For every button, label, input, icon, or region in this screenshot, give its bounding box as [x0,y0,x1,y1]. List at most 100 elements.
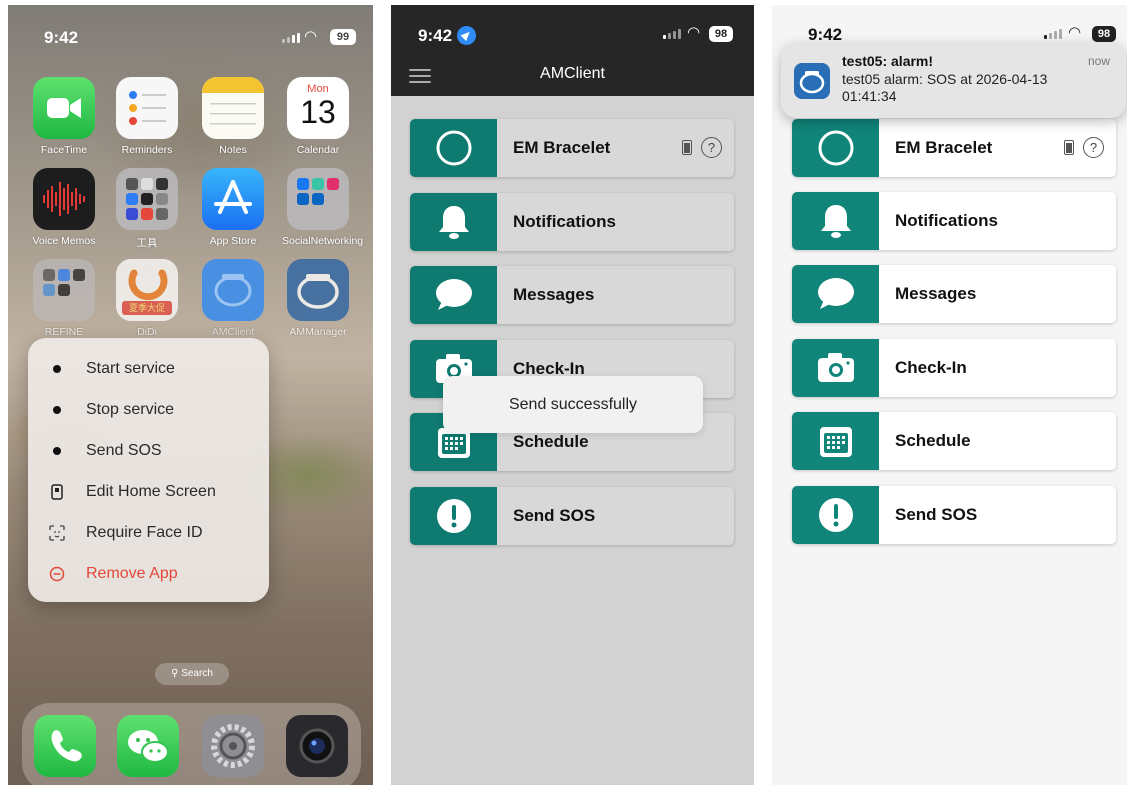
reminders-icon [116,77,178,139]
app-store-icon [202,168,264,230]
wifi-icon: ◠ [304,28,318,45]
minus-circle-icon [28,566,86,582]
menu-item-remove-app[interactable]: Remove App [28,553,269,594]
app-label: REFINE [44,326,84,338]
menu-card-send-sos[interactable]: Send SOS [410,487,734,545]
app-calendar[interactable]: Mon 13 Calendar [282,77,354,156]
menu-item-label: Require Face ID [86,523,203,541]
card-label: Send SOS [895,505,978,524]
chat-bubble-icon [410,266,497,324]
card-label: Notifications [513,212,616,231]
menu-card-messages[interactable]: Messages [410,266,734,324]
menu-card-em-bracelet[interactable]: EM Bracelet ? [410,119,734,177]
menu-item-send-sos[interactable]: Send SOS [28,430,269,471]
app-facetime[interactable]: FaceTime [28,77,100,156]
card-label: Messages [513,285,595,304]
card-body: Messages [497,266,734,324]
app-label: SocialNetworking [282,235,364,247]
app-label: Calendar [296,144,340,156]
help-icon[interactable]: ? [701,137,722,158]
app-folder-tools[interactable]: 工具 [111,168,183,250]
card-body: Check-In [879,339,1116,397]
dot-icon [28,405,86,414]
notification-title: test05: alarm! [842,53,934,69]
app-label: App Store [209,235,257,247]
menu-card-messages[interactable]: Messages [792,265,1116,323]
card-label: Send SOS [513,506,596,525]
help-icon[interactable]: ? [1083,137,1104,158]
menu-card-em-bracelet[interactable]: EM Bracelet ? [792,119,1116,177]
app-amclient[interactable]: AMClient [197,259,269,338]
circle-icon [792,119,879,177]
wifi-icon: ◠ [687,24,701,41]
bracelet-icon [202,259,264,321]
menu-card-schedule[interactable]: Schedule [792,412,1116,470]
battery-status-icon [1064,140,1074,155]
card-label: Schedule [895,431,971,450]
search-label: Search [181,668,213,679]
card-body: Notifications [879,192,1116,250]
app-label: DiDi [137,326,157,338]
home-search-pill[interactable]: ⚲ Search [155,663,229,685]
folder-icon [33,259,95,321]
wechat-icon[interactable] [117,715,179,777]
didi-icon: 夏季大促 [116,259,178,321]
amclient-notification-screen: 9:42 ◠ 98 EM Bracelet ? Notifications Me… [772,5,1127,785]
status-time: 9:42 [44,28,79,47]
battery-icon: 98 [709,26,733,42]
bracelet-icon [287,259,349,321]
menu-item-edit-home-screen[interactable]: Edit Home Screen [28,471,269,512]
calendar-date: 13 [300,94,336,130]
app-app-store[interactable]: App Store [197,168,269,247]
bell-icon [792,192,879,250]
location-arrow-icon [457,26,476,45]
bell-icon [410,193,497,251]
menu-item-label: Stop service [86,400,175,418]
app-label: AMClient [211,326,255,338]
menu-item-start-service[interactable]: Start service [28,348,269,389]
cellular-signal-icon [1044,29,1062,39]
app-label: AMManager [289,326,347,338]
notification-time: now [1087,54,1110,68]
wifi-icon: ◠ [1068,24,1082,41]
menu-card-notifications[interactable]: Notifications [792,192,1116,250]
menu-card-notifications[interactable]: Notifications [410,193,734,251]
card-label: Schedule [513,432,589,451]
app-reminders[interactable]: Reminders [111,77,183,156]
camera-icon [792,339,879,397]
push-notification-banner[interactable]: test05: alarm! test05 alarm: SOS at 2026… [781,42,1126,118]
app-ammanager[interactable]: AMManager [282,259,354,338]
folder-icon [287,168,349,230]
menu-item-label: Send SOS [86,441,162,459]
phone-app-icon[interactable] [34,715,96,777]
app-context-menu: Start service Stop service Send SOS Edit… [28,338,269,602]
exclamation-icon [792,486,879,544]
app-notes[interactable]: Notes [197,77,269,156]
battery-icon: 98 [1092,26,1116,42]
card-body: Notifications [497,193,734,251]
card-label: Notifications [895,211,998,230]
status-time: 9:42 [418,26,453,45]
phone-icon [28,483,86,500]
settings-gear-icon[interactable] [202,715,264,777]
app-voice-memos[interactable]: Voice Memos [28,168,100,247]
app-label: Voice Memos [32,235,96,247]
home-screen: 9:42 ◠ 99 FaceTime Reminders Notes Mon 1… [8,5,373,785]
menu-card-send-sos[interactable]: Send SOS [792,486,1116,544]
app-label: Notes [219,144,247,156]
app-didi[interactable]: 夏季大促 DiDi [111,259,183,338]
app-folder-social[interactable]: SocialNetworking [282,168,364,247]
camera-app-icon[interactable] [286,715,348,777]
menu-item-label: Remove App [86,564,178,582]
exclamation-icon [410,487,497,545]
cellular-signal-icon [282,33,300,43]
app-folder-refine[interactable]: REFINE [28,259,100,338]
card-body: EM Bracelet ? [497,119,734,177]
notification-body: test05 alarm: SOS at 2026-04-13 01:41:34 [842,71,1048,104]
amclient-screen: 9:42 ◠ 98 AMClient EM Bracelet ? Notific… [391,5,754,785]
menu-item-require-face-id[interactable]: Require Face ID [28,512,269,553]
app-header: 9:42 ◠ 98 AMClient [391,5,754,96]
card-label: EM Bracelet [513,138,611,157]
menu-item-stop-service[interactable]: Stop service [28,389,269,430]
menu-card-check-in[interactable]: Check-In [792,339,1116,397]
